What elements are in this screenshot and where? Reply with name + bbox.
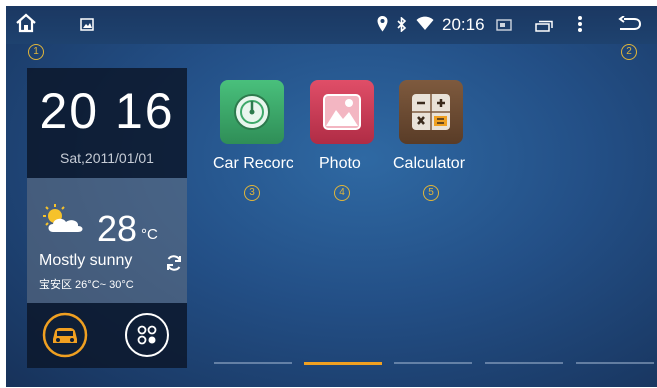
bluetooth-icon xyxy=(397,16,407,37)
clock-time: 20 16 xyxy=(39,83,175,139)
dashcam-icon xyxy=(232,92,272,137)
weather-range: 宝安区 26°C~ 30°C xyxy=(39,279,134,291)
apps-drawer-button[interactable] xyxy=(124,312,170,363)
weather-panel[interactable]: 28 °C Mostly sunny 宝安区 26°C~ 30°C xyxy=(27,178,187,303)
marker-photo: 4 xyxy=(334,185,350,201)
android-home-screen: 20:16 1 2 20 16 Sat,2011/01/01 28 °C Mos… xyxy=(6,6,657,387)
page-indicator-5[interactable] xyxy=(576,362,654,364)
page-indicator-4[interactable] xyxy=(485,362,563,364)
clock-weather-widget[interactable]: 20 16 Sat,2011/01/01 28 °C Mostly sunny xyxy=(27,68,187,368)
wifi-icon xyxy=(416,16,434,35)
home-icon[interactable] xyxy=(15,13,37,38)
app-car-recorder[interactable] xyxy=(220,80,284,144)
calculator-icon xyxy=(410,92,452,137)
location-icon xyxy=(377,16,388,37)
battery-icon xyxy=(496,18,512,36)
widget-shortcuts xyxy=(27,303,187,368)
status-clock: 20:16 xyxy=(442,15,485,34)
photo-icon xyxy=(322,93,362,136)
app-car-recorder-label[interactable]: Car Recorc xyxy=(213,155,293,173)
menu-overflow-icon[interactable] xyxy=(577,15,583,38)
clock-panel[interactable]: 20 16 Sat,2011/01/01 xyxy=(27,68,187,178)
partly-sunny-icon xyxy=(41,204,87,239)
weather-temperature: 28 xyxy=(97,208,138,249)
refresh-icon[interactable] xyxy=(165,254,183,277)
app-photo[interactable] xyxy=(310,80,374,144)
app-photo-label[interactable]: Photo xyxy=(319,155,361,173)
marker-home: 1 xyxy=(28,44,44,60)
app-calculator-label[interactable]: Calculator xyxy=(393,155,465,173)
weather-description: Mostly sunny xyxy=(39,252,133,269)
marker-calculator: 5 xyxy=(423,185,439,201)
marker-car-recorder: 3 xyxy=(244,185,260,201)
screenshot-icon xyxy=(80,18,94,36)
car-mode-button[interactable] xyxy=(42,312,88,363)
page-indicator-1[interactable] xyxy=(214,362,292,364)
back-icon[interactable] xyxy=(618,15,642,37)
clock-date: Sat,2011/01/01 xyxy=(60,150,154,166)
page-indicator-3[interactable] xyxy=(394,362,472,364)
page-indicator-2-active[interactable] xyxy=(304,362,382,365)
app-calculator[interactable] xyxy=(399,80,463,144)
weather-unit: °C xyxy=(141,226,158,243)
recent-apps-icon[interactable] xyxy=(535,19,553,37)
status-bar: 20:16 xyxy=(6,6,657,44)
marker-back: 2 xyxy=(621,44,637,60)
